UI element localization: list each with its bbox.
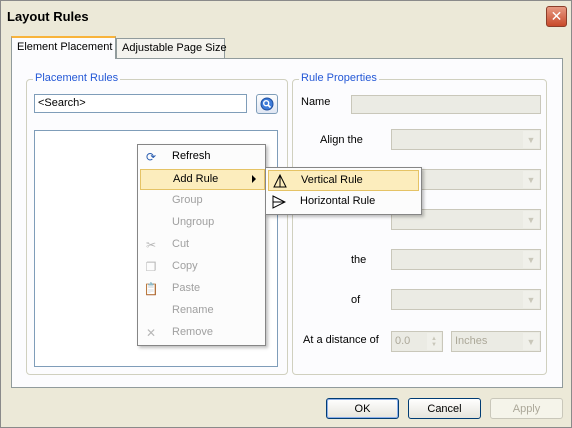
ok-label: OK <box>354 402 371 415</box>
menu-item-label: Copy <box>172 260 198 272</box>
menu-item-group[interactable]: Group <box>140 191 263 212</box>
target-element-select[interactable]: ▼ <box>391 289 541 310</box>
name-field[interactable] <box>351 95 541 114</box>
menu-item-label: Paste <box>172 282 201 294</box>
the-label: the <box>351 254 367 266</box>
dialog-title: Layout Rules <box>7 9 89 24</box>
vertical-rule-icon <box>272 173 288 189</box>
menu-item-copy[interactable]: ❐ Copy <box>140 257 263 278</box>
rule-properties-title: Rule Properties <box>299 72 379 84</box>
chevron-down-icon: ▼ <box>523 211 539 228</box>
menu-item-label: Remove <box>172 326 213 338</box>
align-label: Align the <box>320 134 363 146</box>
menu-item-rename[interactable]: Rename <box>140 301 263 322</box>
search-value: <Search> <box>38 97 86 109</box>
menu-item-horizontal-rule[interactable]: Horizontal Rule <box>268 192 419 213</box>
close-icon: ✕ <box>550 8 563 24</box>
apply-label: Apply <box>512 402 541 415</box>
context-menu: ⟳ Refresh Add Rule Group Ungroup ✂ Cut ❐… <box>137 144 266 346</box>
title-bar: Layout Rules ✕ <box>1 1 571 31</box>
distance-label: At a distance of <box>303 334 379 346</box>
menu-item-paste[interactable]: 📋 Paste <box>140 279 263 300</box>
menu-item-label: Refresh <box>172 150 211 162</box>
tab-adjustable-page-size[interactable]: Adjustable Page Size <box>116 38 227 58</box>
menu-item-remove[interactable]: ✕ Remove <box>140 323 263 344</box>
chevron-down-icon: ▼ <box>523 251 539 268</box>
chevron-down-icon: ▼ <box>523 131 539 148</box>
ok-button[interactable]: OK <box>326 398 399 419</box>
distance-spinner[interactable]: 0.0 ▲ ▼ <box>391 331 443 352</box>
align-element-select[interactable]: ▼ <box>391 129 541 150</box>
menu-item-label: Horizontal Rule <box>300 195 376 207</box>
tab-label: Adjustable Page Size <box>122 42 227 54</box>
distance-value: 0.0 <box>395 335 411 347</box>
rule-properties-group: Rule Properties Name Align the ▼ ▼ ▼ the… <box>292 72 547 375</box>
apply-button[interactable]: Apply <box>490 398 563 419</box>
menu-item-label: Vertical Rule <box>301 174 363 186</box>
menu-item-label: Add Rule <box>173 173 219 185</box>
menu-item-refresh[interactable]: ⟳ Refresh <box>140 147 263 168</box>
chevron-down-icon: ▼ <box>523 171 539 188</box>
chevron-down-icon: ▼ <box>523 333 539 350</box>
placement-rules-title: Placement Rules <box>33 72 121 84</box>
search-input[interactable]: <Search> <box>34 94 247 113</box>
menu-item-label: Ungroup <box>172 216 215 228</box>
menu-item-label: Group <box>172 194 203 206</box>
tab-panel: Placement Rules <Search> Rule Properties… <box>11 58 563 388</box>
cancel-label: Cancel <box>427 402 462 415</box>
cancel-button[interactable]: Cancel <box>408 398 481 419</box>
copy-icon: ❐ <box>145 260 157 274</box>
units-select[interactable]: Inches ▼ <box>451 331 541 352</box>
menu-item-ungroup[interactable]: Ungroup <box>140 213 263 234</box>
menu-item-add-rule[interactable]: Add Rule <box>140 169 265 190</box>
menu-item-cut[interactable]: ✂ Cut <box>140 235 263 256</box>
name-label: Name <box>301 96 331 108</box>
units-value: Inches <box>455 335 488 347</box>
submenu-arrow-icon <box>252 175 256 183</box>
add-rule-submenu: Vertical Rule Horizontal Rule <box>265 167 422 215</box>
tab-element-placement[interactable]: Element Placement <box>11 36 116 59</box>
target-edge-select[interactable]: ▼ <box>391 249 541 270</box>
spin-arrows-icon: ▲ ▼ <box>427 333 441 350</box>
remove-icon: ✕ <box>145 326 157 340</box>
horizontal-rule-icon <box>271 194 287 210</box>
paste-icon: 📋 <box>143 282 159 296</box>
search-button[interactable] <box>256 94 278 114</box>
close-button[interactable]: ✕ <box>546 6 567 27</box>
menu-item-label: Cut <box>172 238 190 250</box>
menu-item-label: Rename <box>172 304 214 316</box>
search-icon <box>260 97 274 111</box>
of-label: of <box>351 294 361 306</box>
scissors-icon: ✂ <box>145 238 157 252</box>
layout-rules-dialog: Layout Rules ✕ Element Placement Adjusta… <box>0 0 572 428</box>
tab-label: Element Placement <box>17 41 113 53</box>
refresh-icon: ⟳ <box>145 150 157 164</box>
menu-item-vertical-rule[interactable]: Vertical Rule <box>268 170 419 191</box>
chevron-down-icon: ▼ <box>523 291 539 308</box>
